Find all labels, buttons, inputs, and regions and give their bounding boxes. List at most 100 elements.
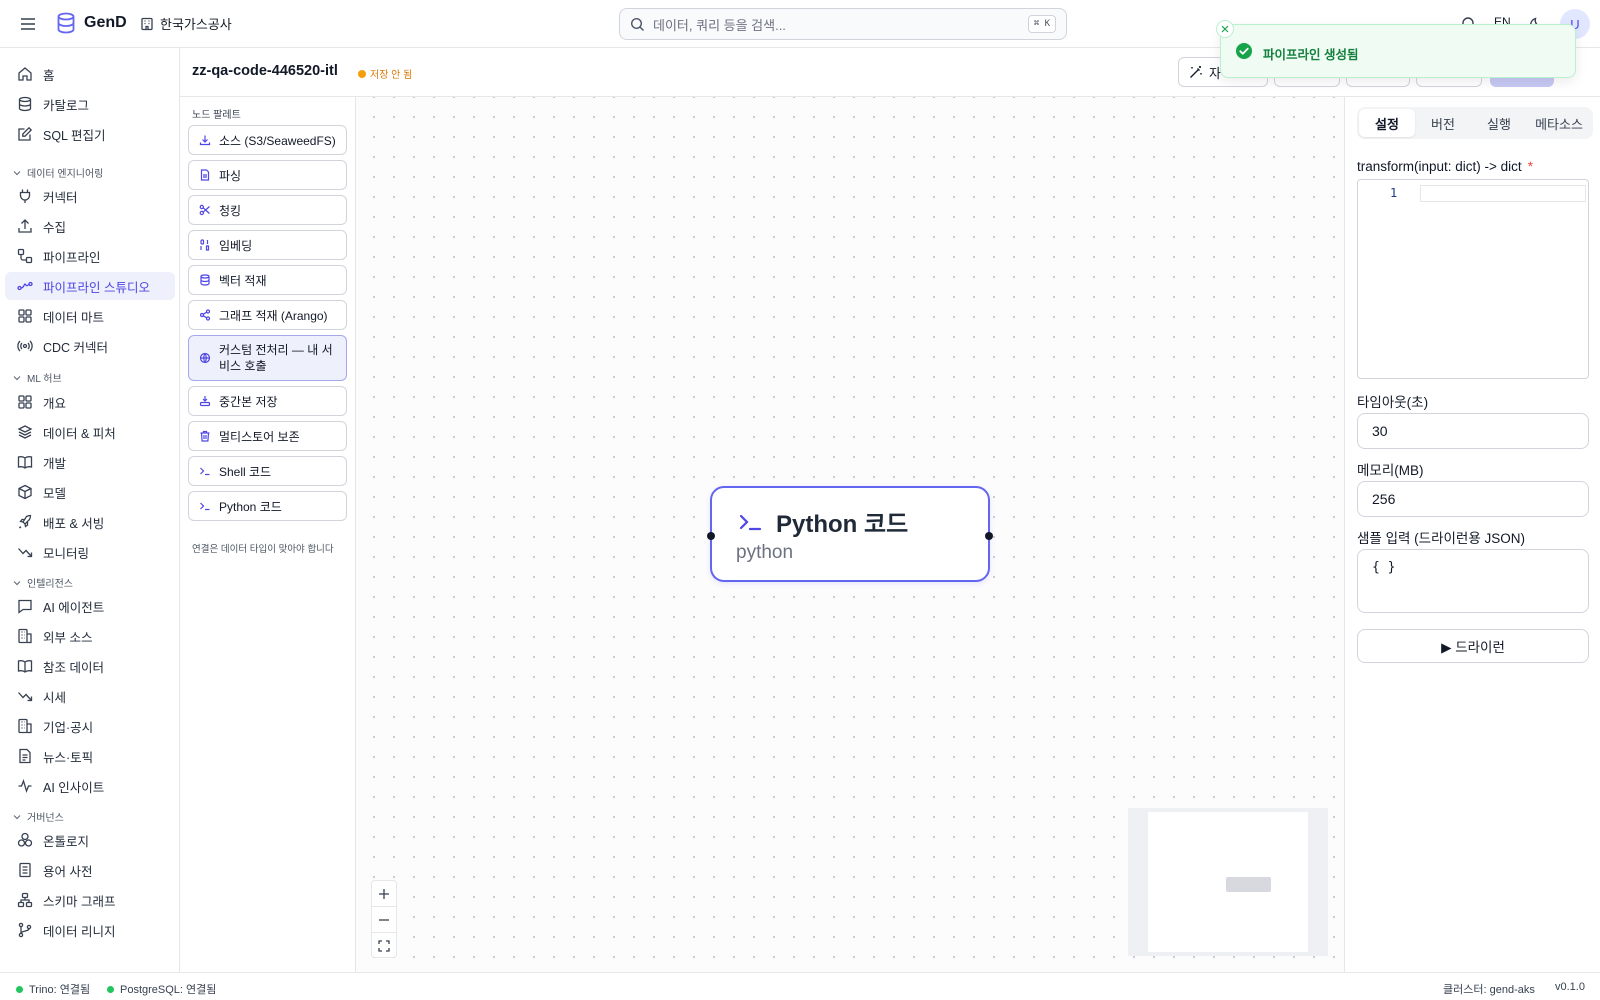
sidebar-item-news-topics[interactable]: 뉴스·토픽 <box>5 742 175 770</box>
tab-runs[interactable]: 실행 <box>1471 109 1527 137</box>
sidebar-item-label: 데이터 & 피처 <box>43 426 116 441</box>
app-version: v0.1.0 <box>1555 981 1585 993</box>
sidebar-item-label: 시세 <box>43 690 67 705</box>
dry-run-button[interactable]: ▶ 드라이런 <box>1357 629 1589 663</box>
sidebar-item-models[interactable]: 모델 <box>5 478 175 506</box>
inspector-tabs: 설정 버전 실행 메타소스 <box>1357 107 1593 139</box>
sidebar-item-data-mart[interactable]: 데이터 마트 <box>5 302 175 330</box>
section-governance[interactable]: 거버넌스 <box>12 809 64 824</box>
code-editor[interactable]: 1 <box>1357 179 1589 379</box>
timeout-input[interactable]: 30 <box>1357 413 1589 449</box>
sidebar-item-connectors[interactable]: 커넥터 <box>5 182 175 210</box>
org-switcher[interactable]: 한국가스공사 <box>140 14 232 33</box>
palette-item-embedding[interactable]: 임베딩 <box>188 230 347 260</box>
sidebar-item-pipelines[interactable]: 파이프라인 <box>5 242 175 270</box>
sidebar-item-sql-editor[interactable]: SQL 편집기 <box>5 120 175 148</box>
sidebar-item-deploy-serving[interactable]: 배포 & 서빙 <box>5 508 175 536</box>
sidebar-item-schema-graph[interactable]: 스키마 그래프 <box>5 886 175 914</box>
palette-item-multistore-retain[interactable]: 멀티스토어 보존 <box>188 421 347 451</box>
book-icon <box>17 660 33 673</box>
minus-icon <box>379 918 389 921</box>
layers-icon <box>17 425 33 439</box>
terminal-icon <box>738 510 762 534</box>
line-number: 1 <box>1390 186 1398 200</box>
org-name: 한국가스공사 <box>160 17 232 32</box>
home-icon <box>18 67 32 81</box>
sidebar-item-label: CDC 커넥터 <box>43 340 109 355</box>
python-code-node[interactable]: Python 코드 python <box>707 486 993 582</box>
status-dot <box>16 985 23 993</box>
sidebar-item-label: 외부 소스 <box>43 630 93 645</box>
palette-item-intermediate-save[interactable]: 중간본 저장 <box>188 386 347 416</box>
palette-item-chunking[interactable]: 청킹 <box>188 195 347 225</box>
palette-item-vector-load[interactable]: 벡터 적재 <box>188 265 347 295</box>
memory-input[interactable]: 256 <box>1357 481 1589 517</box>
sidebar-item-ml-overview[interactable]: 개요 <box>5 388 175 416</box>
palette-item-custom-preprocess[interactable]: 커스텀 전처리 — 내 서비스 호출 <box>188 335 347 381</box>
pipeline-name[interactable]: zz-qa-code-446520-itl <box>192 63 338 79</box>
sidebar-item-cdc-connector[interactable]: CDC 커넥터 <box>5 332 175 360</box>
close-icon[interactable] <box>1216 20 1234 38</box>
tab-versions[interactable]: 버전 <box>1415 109 1471 137</box>
sidebar-item-data-lineage[interactable]: 데이터 리니지 <box>5 916 175 944</box>
globe-icon <box>199 352 211 364</box>
zoom-out-button[interactable] <box>372 907 396 933</box>
zoom-in-button[interactable] <box>372 881 396 907</box>
sidebar-item-ai-insight[interactable]: AI 인사이트 <box>5 772 175 800</box>
unsaved-badge: 저장 안 됨 <box>358 66 412 81</box>
grid-icon <box>18 395 32 409</box>
tab-metasource[interactable]: 메타소스 <box>1527 109 1591 137</box>
status-bar: Trino: 연결됨 PostgreSQL: 연결됨 클러스터: gend-ak… <box>0 972 1600 1000</box>
sidebar-item-label: 모니터링 <box>43 546 90 561</box>
fit-view-button[interactable] <box>372 933 396 959</box>
sidebar-item-glossary[interactable]: 용어 사전 <box>5 856 175 884</box>
sidebar-item-label: 모델 <box>43 486 67 501</box>
status-dot <box>358 69 366 78</box>
sample-input-label: 샘플 입력 (드라이런용 JSON) <box>1357 531 1526 546</box>
book-icon <box>17 456 33 469</box>
brand-logo[interactable]: GenD <box>56 12 127 34</box>
sidebar-item-external-sources[interactable]: 외부 소스 <box>5 622 175 650</box>
studio-icon <box>17 281 33 291</box>
search-bar[interactable]: 데이터, 쿼리 등을 검색... ⌘ K <box>619 8 1067 40</box>
sidebar-item-ontology[interactable]: 온톨로지 <box>5 826 175 854</box>
sidebar-item-development[interactable]: 개발 <box>5 448 175 476</box>
sidebar-item-label: 개발 <box>43 456 67 471</box>
sidebar-item-market-price[interactable]: 시세 <box>5 682 175 710</box>
output-handle[interactable] <box>985 532 993 540</box>
sidebar-item-corporate-disclosure[interactable]: 기업·공시 <box>5 712 175 740</box>
sidebar-item-pipeline-studio[interactable]: 파이프라인 스튜디오 <box>5 272 175 300</box>
tab-settings[interactable]: 설정 <box>1359 109 1415 137</box>
sidebar-item-reference-data[interactable]: 참조 데이터 <box>5 652 175 680</box>
sidebar-item-label: 카탈로그 <box>43 98 90 113</box>
palette-item-python-code[interactable]: Python 코드 <box>188 491 347 521</box>
zoom-controls <box>371 880 397 958</box>
palette-item-parsing[interactable]: 파싱 <box>188 160 347 190</box>
sidebar-item-label: SQL 편집기 <box>43 128 106 143</box>
sidebar-item-catalog[interactable]: 카탈로그 <box>5 90 175 118</box>
sidebar-item-data-features[interactable]: 데이터 & 피처 <box>5 418 175 446</box>
sidebar-item-label: 파이프라인 스튜디오 <box>43 280 150 295</box>
palette-item-shell-code[interactable]: Shell 코드 <box>188 456 347 486</box>
box-icon <box>18 484 32 500</box>
sidebar-item-label: 기업·공시 <box>43 720 94 735</box>
sample-input-textarea[interactable]: { } <box>1357 549 1589 613</box>
palette-item-source[interactable]: 소스 (S3/SeaweedFS) <box>188 125 347 155</box>
input-handle[interactable] <box>707 532 715 540</box>
sidebar-item-ingest[interactable]: 수집 <box>5 212 175 240</box>
building-icon <box>140 17 154 31</box>
section-data-engineering[interactable]: 데이터 엔지니어링 <box>12 165 103 180</box>
memory-label: 메모리(MB) <box>1357 463 1424 478</box>
palette-hint: 연결은 데이터 타입이 맞아야 합니다 <box>192 544 334 555</box>
sidebar-item-monitoring[interactable]: 모니터링 <box>5 538 175 566</box>
section-ml-hub[interactable]: ML 허브 <box>12 370 62 385</box>
sidebar-item-home[interactable]: 홈 <box>5 60 175 88</box>
flow-canvas[interactable]: Python 코드 python <box>356 97 1344 972</box>
section-intelligence[interactable]: 인텔리전스 <box>12 575 73 590</box>
sidebar-item-ai-agent[interactable]: AI 에이전트 <box>5 592 175 620</box>
minimap[interactable] <box>1128 808 1328 956</box>
menu-icon[interactable] <box>18 14 38 34</box>
sidebar-item-label: 배포 & 서빙 <box>43 516 105 531</box>
palette-item-graph-load[interactable]: 그래프 적재 (Arango) <box>188 300 347 330</box>
database-icon <box>200 274 210 286</box>
